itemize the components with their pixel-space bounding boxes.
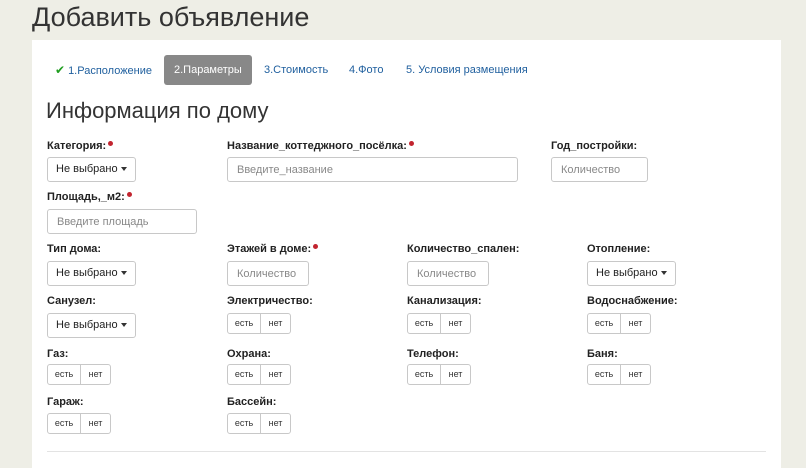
garage-no-button[interactable]: нет [81, 414, 110, 433]
section-title: Информация по дому [46, 98, 269, 123]
required-marker [126, 192, 132, 197]
electricity-no-button[interactable]: нет [261, 314, 290, 333]
phone-toggle: есть нет [407, 364, 471, 385]
security-label: Охрана: [227, 348, 271, 360]
caret-down-icon [120, 271, 127, 276]
tab-price[interactable]: 3.Стоимость [264, 55, 328, 85]
floors-label: Этажей в доме: [227, 243, 319, 255]
house-type-label: Тип дома: [47, 243, 102, 255]
gas-toggle: есть нет [47, 364, 111, 385]
electricity-toggle: есть нет [227, 313, 291, 334]
phone-label: Телефон: [407, 348, 459, 360]
page-title: Добавить объявление [32, 2, 310, 32]
house-type-dropdown[interactable]: Не выбрано [47, 261, 136, 286]
pool-yes-button[interactable]: есть [228, 414, 261, 433]
area-input[interactable] [47, 209, 197, 234]
floors-input[interactable] [227, 261, 309, 286]
divider [47, 451, 766, 452]
heating-label: Отопление: [587, 243, 651, 255]
tab-parameters[interactable]: 2.Параметры [164, 55, 252, 85]
caret-down-icon [120, 323, 127, 328]
bedrooms-label: Количество_спален: [407, 243, 520, 255]
area-label: Площадь,_м2: [47, 191, 132, 203]
sewerage-toggle: есть нет [407, 313, 471, 334]
phone-no-button[interactable]: нет [441, 365, 470, 384]
sewerage-no-button[interactable]: нет [441, 314, 470, 333]
form-panel: ✔ 1.Расположение 2.Параметры 3.Стоимость … [32, 40, 781, 468]
tab-location-label: 1.Расположение [68, 65, 153, 77]
settlement-name-label-text: Название_коттеджного_посёлка: [227, 140, 407, 152]
pool-no-button[interactable]: нет [261, 414, 290, 433]
tab-location[interactable]: ✔ 1.Расположение [55, 55, 152, 85]
sauna-toggle: есть нет [587, 364, 651, 385]
pool-label: Бассейн: [227, 396, 277, 408]
category-label-text: Категория: [47, 140, 107, 152]
required-marker [108, 141, 114, 146]
sewerage-yes-button[interactable]: есть [408, 314, 441, 333]
sewerage-label: Канализация: [407, 295, 482, 307]
build-year-label: Год_постройки: [551, 140, 638, 152]
water-toggle: есть нет [587, 313, 651, 334]
settlement-name-input[interactable] [227, 157, 518, 182]
heating-value: Не выбрано [596, 267, 658, 279]
category-label: Категория: [47, 140, 114, 152]
gas-label: Газ: [47, 348, 69, 360]
water-yes-button[interactable]: есть [588, 314, 621, 333]
security-no-button[interactable]: нет [261, 365, 290, 384]
bedrooms-input[interactable] [407, 261, 489, 286]
category-dropdown[interactable]: Не выбрано [47, 157, 136, 182]
required-marker [408, 141, 414, 146]
sauna-no-button[interactable]: нет [621, 365, 650, 384]
tab-photo[interactable]: 4.Фото [349, 55, 383, 85]
security-toggle: есть нет [227, 364, 291, 385]
phone-yes-button[interactable]: есть [408, 365, 441, 384]
gas-yes-button[interactable]: есть [48, 365, 81, 384]
water-label: Водоснабжение: [587, 295, 678, 307]
bathroom-dropdown[interactable]: Не выбрано [47, 313, 136, 338]
electricity-label: Электричество: [227, 295, 313, 307]
gas-no-button[interactable]: нет [81, 365, 110, 384]
heating-dropdown[interactable]: Не выбрано [587, 261, 676, 286]
build-year-input[interactable] [551, 157, 648, 182]
garage-yes-button[interactable]: есть [48, 414, 81, 433]
tab-placement-terms[interactable]: 5. Условия размещения [406, 55, 528, 85]
garage-toggle: есть нет [47, 413, 111, 434]
caret-down-icon [120, 167, 127, 172]
settlement-name-label: Название_коттеджного_посёлка: [227, 140, 414, 152]
checkmark-icon: ✔ [55, 63, 66, 77]
pool-toggle: есть нет [227, 413, 291, 434]
sauna-yes-button[interactable]: есть [588, 365, 621, 384]
water-no-button[interactable]: нет [621, 314, 650, 333]
bathroom-value: Не выбрано [56, 319, 118, 331]
caret-down-icon [660, 271, 667, 276]
electricity-yes-button[interactable]: есть [228, 314, 261, 333]
bathroom-label: Санузел: [47, 295, 96, 307]
category-value: Не выбрано [56, 163, 118, 175]
area-label-text: Площадь,_м2: [47, 191, 125, 203]
garage-label: Гараж: [47, 396, 84, 408]
security-yes-button[interactable]: есть [228, 365, 261, 384]
required-marker [313, 244, 319, 249]
house-type-value: Не выбрано [56, 267, 118, 279]
floors-label-text: Этажей в доме: [227, 243, 312, 255]
sauna-label: Баня: [587, 348, 618, 360]
